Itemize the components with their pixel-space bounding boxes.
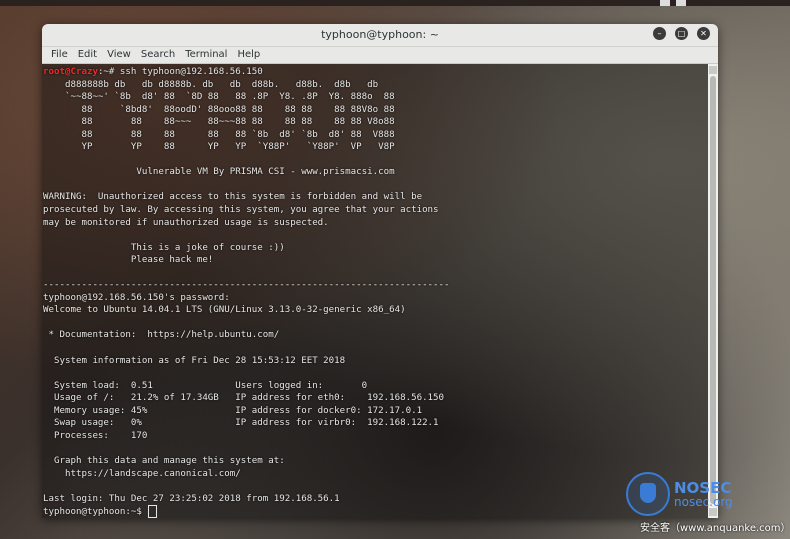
terminal-line: System load: 0.51 Users logged in: 0 [43,380,368,391]
terminal-line: Usage of /: 21.2% of 17.34GB IP address … [43,393,445,404]
terminal-line: 88 88 88~~~ 88~~~88 88 88 88 88 88 V8o88 [43,117,395,128]
terminal-line: d888888b db db d8888b. db db d88b. d88b.… [43,79,379,90]
command-line: root@Crazy:~# ssh typhoon@192.168.56.150 [43,66,708,79]
scroll-up-arrow[interactable] [709,66,717,74]
terminal-line: Welcome to Ubuntu 14.04.1 LTS (GNU/Linux… [43,305,406,316]
terminal-line: Please hack me! [43,255,214,266]
command-text: :~# ssh typhoon@192.168.56.150 [97,67,263,77]
shell-prompt: typhoon@typhoon:~$ [43,507,148,518]
window-title: typhoon@typhoon: ~ [321,28,439,41]
terminal-line: Last login: Thu Dec 27 23:25:02 2018 fro… [43,493,340,504]
panel-indicator [676,0,686,6]
minimize-button[interactable]: – [653,27,666,40]
maximize-button[interactable]: □ [675,27,688,40]
text-cursor [148,505,158,518]
title-bar[interactable]: typhoon@typhoon: ~ – □ ✕ [42,24,718,47]
menu-edit[interactable]: Edit [73,47,102,63]
menu-help[interactable]: Help [232,47,265,63]
menu-view[interactable]: View [102,47,136,63]
prompt-user: root@Crazy [43,67,98,77]
desktop-top-panel [0,0,790,6]
menu-terminal[interactable]: Terminal [180,47,232,63]
terminal-output[interactable]: root@Crazy:~# ssh typhoon@192.168.56.150… [42,64,708,518]
terminal-window[interactable]: typhoon@typhoon: ~ – □ ✕ File Edit View … [42,24,718,518]
menu-bar: File Edit View Search Terminal Help [42,47,718,64]
terminal-line: This is a joke of course :)) [43,242,285,253]
terminal-scrollbar[interactable] [708,64,718,518]
terminal-line: 88 `8bd8' 88oodD' 88ooo88 88 88 88 88 88… [43,104,395,115]
nosec-logo-icon [626,472,670,516]
terminal-line: * Documentation: https://help.ubuntu.com… [43,330,280,341]
menu-file[interactable]: File [46,47,73,63]
terminal-line: https://landscape.canonical.com/ [43,468,241,479]
terminal-line: Processes: 170 [43,430,148,441]
terminal-line: `~~88~~' `8b d8' 88 `8D 88 88 .8P Y8. .8… [43,92,395,103]
terminal-line: System information as of Fri Dec 28 15:5… [43,355,346,366]
current-prompt-line[interactable]: typhoon@typhoon:~$ [43,505,708,518]
scroll-thumb[interactable] [710,76,716,504]
menu-search[interactable]: Search [136,47,180,63]
terminal-line: ----------------------------------------… [43,280,450,291]
watermark-caption: 安全客（www.anquanke.com） [640,523,790,534]
watermark-brand: NOSEC [674,478,732,497]
close-button[interactable]: ✕ [697,27,710,40]
terminal-line: Swap usage: 0% IP address for virbr0: 19… [43,418,439,429]
terminal-line: Vulnerable VM By PRISMA CSI - www.prisma… [43,167,395,178]
watermark-sub: nosec.org [674,494,733,509]
terminal-line: typhoon@192.168.56.150's password: [43,292,230,303]
terminal-line: may be monitored if unauthorized usage i… [43,217,329,228]
terminal-line: WARNING: Unauthorized access to this sys… [43,192,423,203]
terminal-line: Graph this data and manage this system a… [43,455,285,466]
terminal-line: YP YP 88 YP YP `Y88P' `Y88P' VP V8P [43,142,395,153]
terminal-line: Memory usage: 45% IP address for docker0… [43,405,423,416]
panel-indicator [660,0,670,6]
nosec-watermark: NOSEC nosec.org [626,472,733,516]
terminal-line: prosecuted by law. By accessing this sys… [43,205,439,216]
terminal-line: 88 88 88 88 88 `8b d8' `8b d8' 88 V888 [43,129,395,140]
